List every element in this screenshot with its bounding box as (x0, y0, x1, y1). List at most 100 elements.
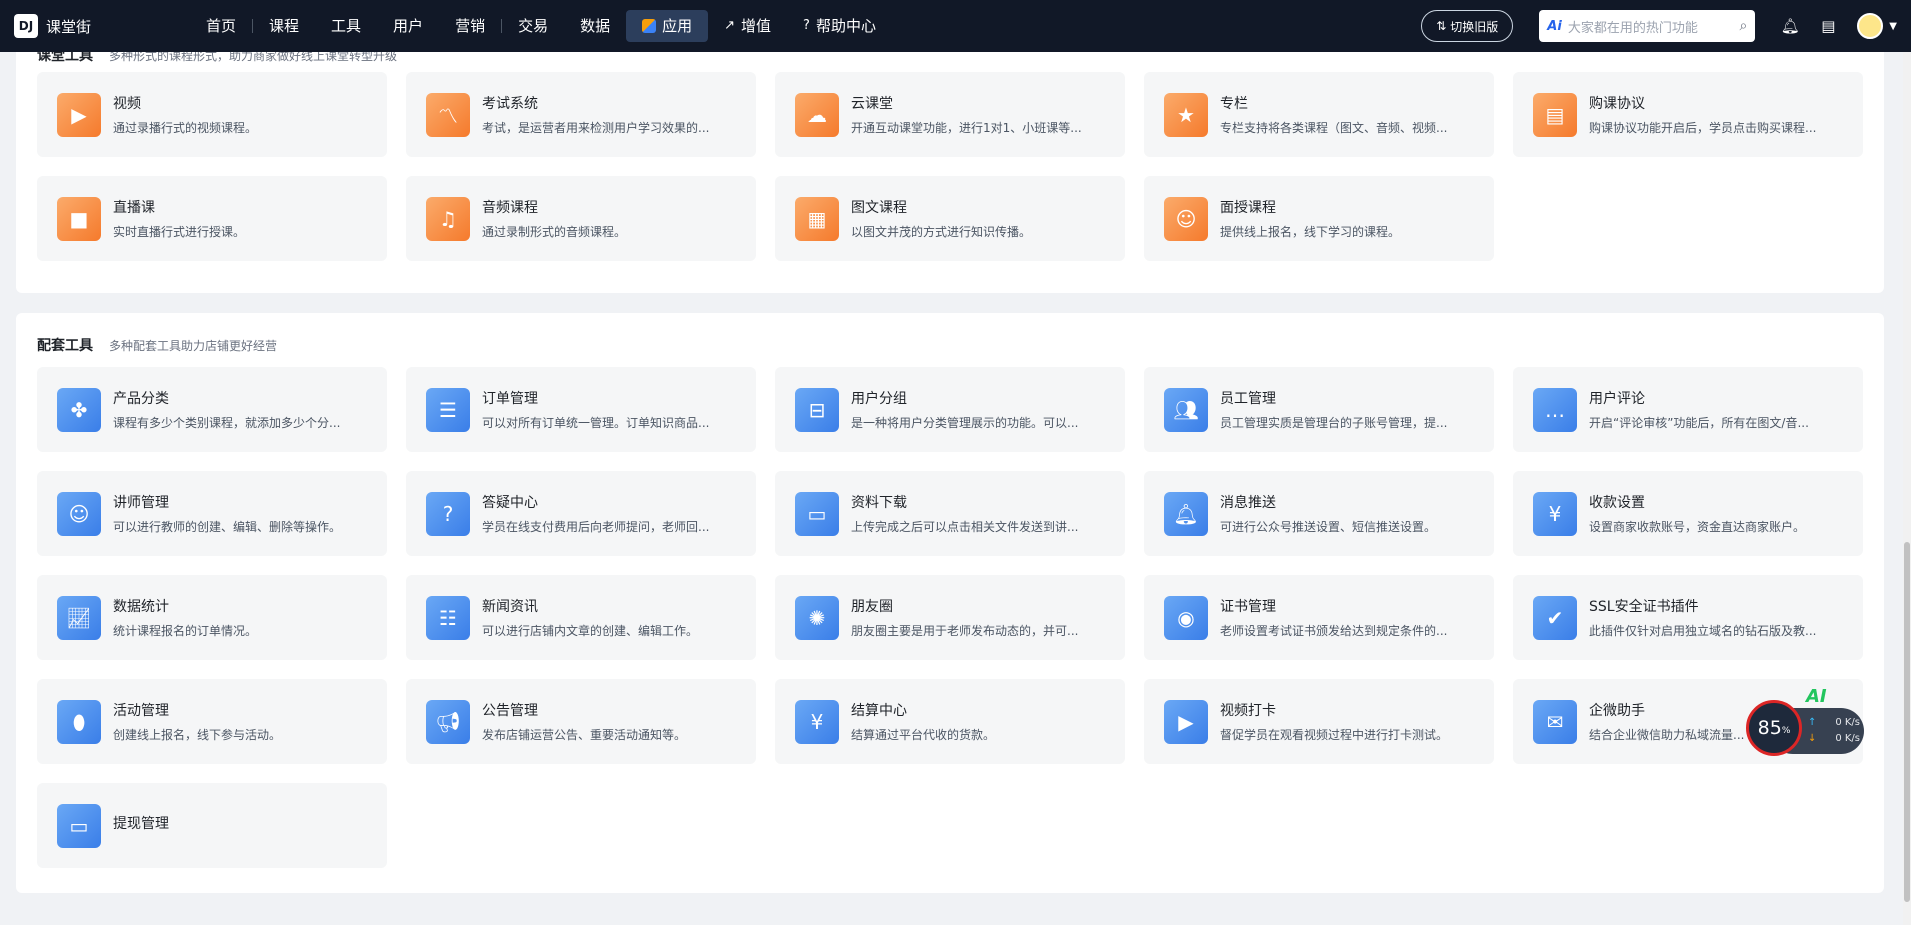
ai-badge: Ai (1547, 18, 1562, 34)
search-input[interactable]: 大家都在用的热门功能 (1568, 17, 1740, 36)
card-desc: 结合企业微信助力私域流量... (1589, 728, 1745, 742)
card-name: 云课堂 (851, 96, 893, 112)
card-name: 面授课程 (1220, 200, 1276, 216)
store-icon[interactable]: ▤ (1809, 17, 1847, 35)
tool-card-downloads[interactable]: ▭ 资料下载 上传完成之后可以点击相关文件发送到讲... (775, 471, 1125, 556)
download-value: 0 K/s (1835, 733, 1860, 744)
tool-card-user-group[interactable]: ⊟ 用户分组 是一种将用户分类管理展示的功能。可以... (775, 367, 1125, 452)
tool-card-moments[interactable]: ✺ 朋友圈 朋友圈主要是用于老师发布动态的，并可... (775, 575, 1125, 660)
card-desc: 员工管理实质是管理台的子账号管理，提... (1220, 416, 1448, 430)
nav-users[interactable]: 用户 (377, 10, 439, 42)
tool-card-comments[interactable]: … 用户评论开启“评论审核”功能后，所有在图文/音... (1513, 367, 1863, 452)
support-tools-grid: ✤ 产品分类 课程有多少个类别课程，就添加多少个分... ☰ 订单管理 可以对所有订单统… (37, 367, 1884, 868)
switch-old-version-button[interactable]: ⇅ 切换旧版 (1421, 10, 1514, 42)
scrollbar-thumb[interactable] (1904, 542, 1910, 902)
tool-card-agreement[interactable]: ▤ 购课协议 购课协议功能开启后，学员点击购买课程... (1513, 72, 1863, 157)
tool-card-withdraw[interactable]: ▭ 提现管理 (37, 783, 387, 868)
aperture-icon: ✺ (795, 595, 839, 640)
card-desc: 可以进行店铺内文章的创建、编辑工作。 (482, 624, 699, 638)
nav-trade[interactable]: 交易 (502, 10, 564, 42)
avatar[interactable] (1857, 13, 1884, 39)
card-desc: 发布店铺运营公告、重要活动通知等。 (482, 728, 687, 742)
card-name: 用户分组 (851, 391, 907, 407)
chart-line-icon: 〽 (426, 92, 470, 137)
nav-apps-label: 应用 (662, 17, 693, 35)
tool-card-statistics[interactable]: 📈︎ 数据统计 统计课程报名的订单情况。 (37, 575, 387, 660)
nav-value-added[interactable]: ↗ 增值 (708, 10, 787, 42)
card-desc: 设置商家收款账号，资金直达商家账户。 (1589, 520, 1806, 534)
nav-value-added-label: 增值 (741, 17, 772, 35)
page-scrollbar[interactable] (1903, 52, 1911, 925)
tool-card-teachers[interactable]: ☺ 讲师管理 可以进行教师的创建、编辑、删除等操作。 (37, 471, 387, 556)
card-desc: 可以对所有订单统一管理。订单知识商品... (482, 416, 710, 430)
card-name: 提现管理 (113, 815, 169, 832)
card-name: 考试系统 (482, 96, 538, 112)
card-name: 答疑中心 (482, 495, 538, 511)
tool-card-events[interactable]: ⬮ 活动管理 创建线上报名，线下参与活动。 (37, 679, 387, 764)
card-name: 朋友圈 (851, 599, 893, 615)
tool-card-audio[interactable]: ♫ 音频课程 通过录制形式的音频课程。 (406, 176, 756, 261)
tool-card-exam[interactable]: 〽考试系统 考试，是运营者用来检测用户学习效果的... (406, 72, 756, 157)
card-name: 订单管理 (482, 391, 538, 407)
card-name: 企微助手 (1589, 703, 1645, 719)
card-desc: 老师设置考试证书颁发给达到规定条件的... (1220, 624, 1448, 638)
search-icon[interactable]: ⌕ (1739, 18, 1747, 34)
tool-card-notifications[interactable]: 🔔︎ 消息推送可进行公众号推送设置、短信推送设置。 (1144, 471, 1494, 556)
card-desc: 通过录播行式的视频课程。 (113, 121, 258, 135)
card-name: 专栏 (1220, 96, 1248, 112)
tool-card-category[interactable]: ✤ 产品分类 课程有多少个类别课程，就添加多少个分... (37, 367, 387, 452)
cloud-play-icon: ☁ (795, 92, 839, 137)
grid-icon: ✤ (57, 387, 101, 432)
tool-card-staff[interactable]: 👥︎ 员工管理 员工管理实质是管理台的子账号管理，提... (1144, 367, 1494, 452)
tool-card-cloud-class[interactable]: ☁ 云课堂 开通互动课堂功能，进行1对1、小班课等... (775, 72, 1125, 157)
nav-marketing[interactable]: 营销 (439, 10, 501, 42)
comment-icon: … (1533, 387, 1577, 432)
tool-card-video-checkin[interactable]: ▶ 视频打卡 督促学员在观看视频过程中进行打卡测试。 (1144, 679, 1494, 764)
chat-icon: ✉ (1533, 699, 1577, 744)
tool-card-qa[interactable]: ? 答疑中心 学员在线支付费用后向老师提问，老师回... (406, 471, 756, 556)
course-tools-section: 课堂工具 多种形式的课程形式，助力商家做好线上课堂转型升级 ▶ 视频 通过录播行式的… (16, 26, 1884, 293)
nav-course[interactable]: 课程 (253, 10, 315, 42)
card-desc: 学员在线支付费用后向老师提问，老师回... (482, 520, 710, 534)
card-desc: 可进行公众号推送设置、短信推送设置。 (1220, 520, 1437, 534)
card-name: 消息推送 (1220, 495, 1276, 511)
brand-logo[interactable]: DJ 课堂街 (14, 14, 154, 38)
tool-card-news[interactable]: ☷ 新闻资讯 可以进行店铺内文章的创建、编辑工作。 (406, 575, 756, 660)
chevron-down-icon[interactable]: ▼ (1889, 21, 1897, 32)
nav-data[interactable]: 数据 (564, 10, 626, 42)
tool-card-live[interactable]: ■ 直播课 实时直播行式进行授课。 (37, 176, 387, 261)
search-box[interactable]: Ai 大家都在用的热门功能 ⌕ (1539, 10, 1756, 42)
nav-home[interactable]: 首页 (190, 10, 252, 42)
bell-icon[interactable]: 🔔︎ (1771, 17, 1809, 35)
support-tools-section: 配套工具 多种配套工具助力店铺更好经营 ✤ 产品分类 课程有多少个类别课程，就添加多… (16, 313, 1884, 893)
card-name: 活动管理 (113, 703, 169, 719)
bell-icon: 🔔︎ (1164, 491, 1208, 536)
tool-card-column[interactable]: ★ 专栏 专栏支持将各类课程（图文、音频、视频... (1144, 72, 1494, 157)
card-name: SSL安全证书插件 (1589, 599, 1699, 615)
nav-apps[interactable]: 应用 (626, 10, 709, 42)
card-name: 用户评论 (1589, 391, 1645, 407)
tool-card-offline[interactable]: ☺ 面授课程 提供线上报名，线下学习的课程。 (1144, 176, 1494, 261)
tool-card-video[interactable]: ▶ 视频 通过录播行式的视频课程。 (37, 72, 387, 157)
nav-help[interactable]: ? 帮助中心 (787, 10, 892, 42)
section-header: 配套工具 多种配套工具助力店铺更好经营 (37, 335, 1884, 355)
card-name: 收款设置 (1589, 495, 1645, 511)
tool-card-article[interactable]: ▦ 图文课程 以图文并茂的方式进行知识传播。 (775, 176, 1125, 261)
card-desc: 以图文并茂的方式进行知识传播。 (851, 225, 1032, 239)
tool-card-announcements[interactable]: 📢︎ 公告管理 发布店铺运营公告、重要活动通知等。 (406, 679, 756, 764)
star-badge-icon: ★ (1164, 92, 1208, 137)
tool-card-orders[interactable]: ☰ 订单管理 可以对所有订单统一管理。订单知识商品... (406, 367, 756, 452)
tool-card-certificates[interactable]: ◉ 证书管理 老师设置考试证书颁发给达到规定条件的... (1144, 575, 1494, 660)
trend-icon: ↗ (724, 18, 736, 33)
user-money-icon: ¥ (795, 699, 839, 744)
wallet-icon: ¥ (1533, 491, 1577, 536)
tool-card-payment[interactable]: ¥ 收款设置设置商家收款账号，资金直达商家账户。 (1513, 471, 1863, 556)
tool-card-ssl[interactable]: ✔ SSL安全证书插件 此插件仅针对启用独立域名的钻石版及教... (1513, 575, 1863, 660)
nav-tools[interactable]: 工具 (315, 10, 377, 42)
card-desc: 开启“评论审核”功能后，所有在图文/音... (1589, 416, 1809, 430)
monitor-ai-label: AI (1806, 686, 1827, 707)
camera-icon: ■ (57, 196, 101, 241)
network-monitor-widget[interactable]: AI 85% ↑ 0 K/s ↓ 0 K/s (1746, 686, 1864, 756)
tool-card-settlement[interactable]: ¥ 结算中心 结算通过平台代收的货款。 (775, 679, 1125, 764)
card-name: 公告管理 (482, 703, 538, 719)
